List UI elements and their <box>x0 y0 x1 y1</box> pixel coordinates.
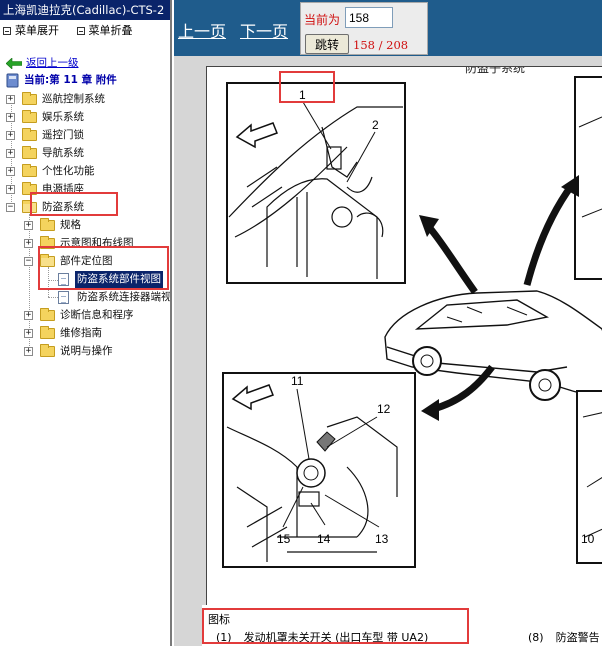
tree-item-label: 示意图和布线图 <box>60 237 134 249</box>
expand-toggle-icon[interactable]: + <box>6 113 15 122</box>
tree-item-label: 巡航控制系统 <box>42 93 105 105</box>
callout-13: 13 <box>375 532 389 546</box>
legend-item-1-text: 发动机罩未关开关 (出口车型 带 UA2) <box>243 631 429 644</box>
expand-toggle-icon[interactable]: + <box>24 311 33 320</box>
current-chapter: 当前:第 11 章 附件 <box>24 74 117 86</box>
callout-12: 12 <box>377 402 391 416</box>
tree-item-label: 个性化功能 <box>42 165 95 177</box>
folder-icon <box>40 308 55 321</box>
folder-icon <box>22 146 37 159</box>
section-title: 防盗子系统 <box>465 66 526 75</box>
folder-icon <box>40 236 55 249</box>
tree-line <box>48 297 58 298</box>
current-page-label: 当前为 <box>304 13 341 27</box>
tree-item-label: 规格 <box>60 219 81 231</box>
document-icon <box>58 273 69 286</box>
tree-item-label: 遥控门锁 <box>42 129 84 141</box>
open-folder-icon <box>40 254 55 267</box>
collapse-icon <box>76 27 85 35</box>
callout-1: 1 <box>299 88 306 102</box>
expand-icon <box>3 27 11 35</box>
tree-item-label-selected: 防盗系统部件视图 <box>75 271 163 288</box>
tree-item-label: 电源插座 <box>42 183 84 195</box>
navigation-pane: 上海凯迪拉克(Cadillac)-CTS-2 菜单展开 菜单折叠 返回上一级 当… <box>0 0 172 646</box>
expand-toggle-icon[interactable]: + <box>6 149 15 158</box>
folder-icon <box>22 128 37 141</box>
page-navigation-bar: 上一页 下一页 当前为 跳转 158 / 208 <box>174 0 602 56</box>
legend-item-8: (8) 防盗警告 <box>528 629 600 645</box>
back-arrow-icon <box>6 58 22 69</box>
tree-item-label: 诊断信息和程序 <box>60 309 134 321</box>
next-page-link[interactable]: 下一页 <box>240 18 288 42</box>
back-link[interactable]: 返回上一级 <box>26 55 79 72</box>
collapse-toggle-icon[interactable]: − <box>24 257 33 266</box>
tree-item-label: 防盗系统 <box>42 201 84 213</box>
diagram-page: 防盗子系统 1 2 11 12 13 14 15 10 <box>206 66 602 611</box>
tree-line <box>48 280 58 281</box>
page-number-input[interactable] <box>345 7 393 28</box>
expand-toggle-icon[interactable]: + <box>6 185 15 194</box>
folder-icon <box>22 110 37 123</box>
folder-icon <box>22 164 37 177</box>
folder-icon <box>40 326 55 339</box>
tree-item-label: 说明与操作 <box>60 345 113 357</box>
legend-item-8-text: 防盗警告 <box>555 631 600 644</box>
tree-item-label: 防盗系统连接器端视 <box>77 291 172 303</box>
expand-toggle-icon[interactable]: + <box>24 239 33 248</box>
callout-10: 10 <box>581 532 595 546</box>
expand-toggle-icon[interactable]: + <box>6 131 15 140</box>
component-diagram: 1 2 11 12 13 14 15 10 <box>222 76 602 568</box>
prev-page-link[interactable]: 上一页 <box>178 18 226 42</box>
tree-item-label: 导航系统 <box>42 147 84 159</box>
callout-11: 11 <box>291 374 304 388</box>
legend-panel: 图标 (1) 发动机罩未关开关 (出口车型 带 UA2) (8) 防盗警告 <box>202 605 602 646</box>
expand-toggle-icon[interactable]: + <box>24 329 33 338</box>
tree-item-label: 娱乐系统 <box>42 111 84 123</box>
menu-expand-button[interactable]: 菜单展开 <box>3 24 59 37</box>
menu-collapse-label: 菜单折叠 <box>88 24 133 37</box>
expand-toggle-icon[interactable]: + <box>24 347 33 356</box>
folder-icon <box>22 182 37 195</box>
tree-item-label: 维修指南 <box>60 327 102 339</box>
expand-toggle-icon[interactable]: + <box>6 167 15 176</box>
menu-expand-label: 菜单展开 <box>15 24 59 37</box>
document-icon <box>58 291 69 304</box>
app-window: 上海凯迪拉克(Cadillac)-CTS-2 菜单展开 菜单折叠 返回上一级 当… <box>0 0 602 646</box>
callout-14: 14 <box>317 532 331 546</box>
expand-toggle-icon[interactable]: + <box>6 95 15 104</box>
callout-15: 15 <box>277 532 291 546</box>
folder-icon <box>40 218 55 231</box>
legend-item-1-number: (1) <box>216 631 232 644</box>
folder-icon <box>22 92 37 105</box>
collapse-toggle-icon[interactable]: − <box>6 203 15 212</box>
open-folder-icon <box>22 200 37 213</box>
menu-collapse-button[interactable]: 菜单折叠 <box>76 24 133 37</box>
page-jump-box: 当前为 跳转 158 / 208 <box>300 2 428 55</box>
folder-icon <box>40 344 55 357</box>
expand-toggle-icon[interactable]: + <box>24 221 33 230</box>
legend-header: 图标 <box>208 613 230 626</box>
document-viewer[interactable]: 防盗子系统 1 2 11 12 13 14 15 10 图标 (1) 发动机罩未… <box>174 56 602 646</box>
jump-button[interactable]: 跳转 <box>305 34 349 54</box>
content-pane: 上一页 下一页 当前为 跳转 158 / 208 防盗子系统 <box>174 0 602 646</box>
legend-item-1: (1) 发动机罩未关开关 (出口车型 带 UA2) <box>216 629 428 645</box>
tree-item-label: 部件定位图 <box>60 255 113 267</box>
menu-bar: 菜单展开 菜单折叠 <box>0 20 170 42</box>
tree-line <box>48 267 49 297</box>
legend-item-8-number: (8) <box>528 631 544 644</box>
callout-2: 2 <box>372 118 379 132</box>
book-icon <box>6 73 19 88</box>
pane-title: 上海凯迪拉克(Cadillac)-CTS-2 <box>0 0 170 20</box>
page-count: 158 / 208 <box>353 38 409 52</box>
